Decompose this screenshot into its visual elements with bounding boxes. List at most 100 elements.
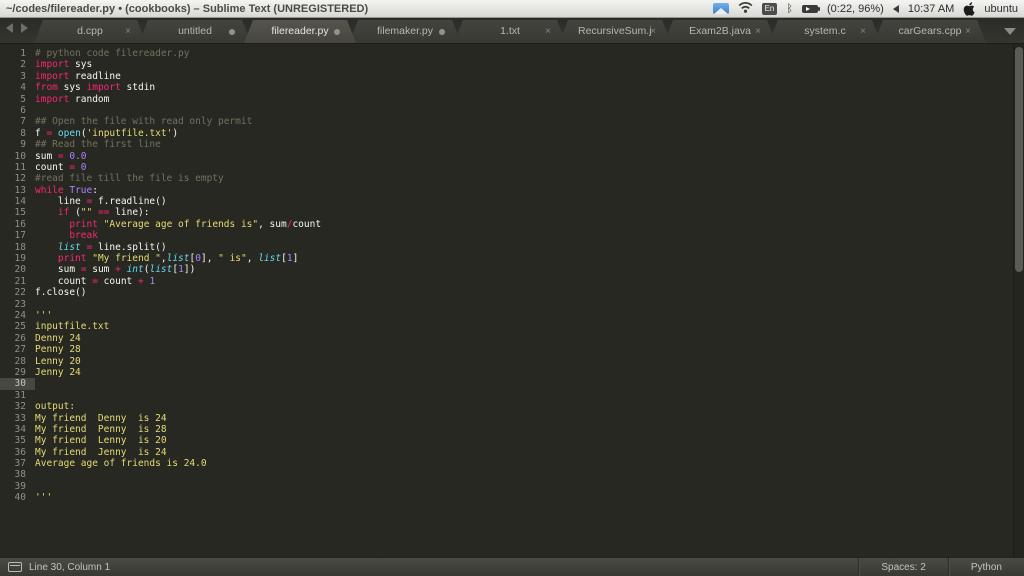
tab-RecursiveSum.java[interactable]: RecursiveSum.java× [559, 20, 671, 43]
photo-viewer-icon[interactable] [713, 3, 729, 14]
code-line-38[interactable]: 38 [0, 469, 1024, 480]
code-line-7[interactable]: 7## Open the file with read only permit [0, 116, 1024, 127]
code-line-27[interactable]: 27Penny 28 [0, 344, 1024, 355]
line-number[interactable]: 26 [0, 333, 35, 344]
tab-overflow-icon[interactable] [1004, 28, 1016, 35]
line-number[interactable]: 19 [0, 253, 35, 264]
code-line-4[interactable]: 4from sys import stdin [0, 82, 1024, 93]
line-number[interactable]: 14 [0, 196, 35, 207]
code-line-37[interactable]: 37Average age of friends is 24.0 [0, 458, 1024, 469]
line-number[interactable]: 5 [0, 94, 35, 105]
clock[interactable]: 10:37 AM [908, 3, 954, 15]
keyboard-layout-indicator[interactable]: En [762, 3, 778, 15]
code-line-13[interactable]: 13while True: [0, 185, 1024, 196]
code-line-5[interactable]: 5import random [0, 94, 1024, 105]
volume-icon[interactable] [893, 5, 899, 13]
line-number[interactable]: 30 [0, 378, 35, 389]
line-number[interactable]: 1 [0, 48, 35, 59]
code-line-23[interactable]: 23 [0, 299, 1024, 310]
code-line-6[interactable]: 6 [0, 105, 1024, 116]
close-icon[interactable]: × [965, 27, 971, 37]
indentation-setting[interactable]: Spaces: 2 [858, 558, 947, 576]
line-number[interactable]: 17 [0, 230, 35, 241]
battery-icon[interactable] [802, 5, 818, 13]
code-line-15[interactable]: 15 if ("" == line): [0, 207, 1024, 218]
line-number[interactable]: 39 [0, 481, 35, 492]
battery-status[interactable]: (0:22, 96%) [827, 3, 884, 15]
line-number[interactable]: 2 [0, 59, 35, 70]
code-line-20[interactable]: 20 sum = sum + int(list[1]) [0, 264, 1024, 275]
close-icon[interactable]: × [125, 27, 131, 37]
line-number[interactable]: 34 [0, 424, 35, 435]
line-number[interactable]: 7 [0, 116, 35, 127]
code-line-8[interactable]: 8f = open('inputfile.txt') [0, 128, 1024, 139]
code-line-2[interactable]: 2import sys [0, 59, 1024, 70]
code-line-28[interactable]: 28Lenny 20 [0, 356, 1024, 367]
code-line-31[interactable]: 31 [0, 390, 1024, 401]
code-line-19[interactable]: 19 print "My friend ",list[0], " is", li… [0, 253, 1024, 264]
line-number[interactable]: 25 [0, 321, 35, 332]
line-number[interactable]: 36 [0, 447, 35, 458]
code-line-12[interactable]: 12#read file till the file is empty [0, 173, 1024, 184]
line-number[interactable]: 22 [0, 287, 35, 298]
line-number[interactable]: 37 [0, 458, 35, 469]
line-number[interactable]: 29 [0, 367, 35, 378]
line-number[interactable]: 20 [0, 264, 35, 275]
code-line-36[interactable]: 36My friend Jenny is 24 [0, 447, 1024, 458]
line-number[interactable]: 12 [0, 173, 35, 184]
close-icon[interactable]: × [860, 27, 866, 37]
line-number[interactable]: 10 [0, 151, 35, 162]
close-icon[interactable]: × [545, 27, 551, 37]
close-icon[interactable]: × [650, 27, 656, 37]
code-line-26[interactable]: 26Denny 24 [0, 333, 1024, 344]
line-number[interactable]: 24 [0, 310, 35, 321]
modified-dot-icon[interactable] [229, 29, 235, 35]
tab-untitled[interactable]: untitled [139, 20, 251, 43]
line-number[interactable]: 32 [0, 401, 35, 412]
line-number[interactable]: 23 [0, 299, 35, 310]
scrollbar-thumb[interactable] [1015, 47, 1023, 272]
code-line-35[interactable]: 35My friend Lenny is 20 [0, 435, 1024, 446]
code-line-17[interactable]: 17 break [0, 230, 1024, 241]
tab-carGears.cpp[interactable]: carGears.cpp× [874, 20, 986, 43]
code-line-14[interactable]: 14 line = f.readline() [0, 196, 1024, 207]
modified-dot-icon[interactable] [334, 29, 340, 35]
tab-filereader.py[interactable]: filereader.py [244, 20, 356, 43]
line-number[interactable]: 16 [0, 219, 35, 230]
tab-filemaker.py[interactable]: filemaker.py [349, 20, 461, 43]
code-line-10[interactable]: 10sum = 0.0 [0, 151, 1024, 162]
line-number[interactable]: 13 [0, 185, 35, 196]
apple-logo-icon[interactable] [963, 2, 975, 16]
code-line-1[interactable]: 1# python code filereader.py [0, 48, 1024, 59]
code-line-29[interactable]: 29Jenny 24 [0, 367, 1024, 378]
line-number[interactable]: 18 [0, 242, 35, 253]
code-line-24[interactable]: 24''' [0, 310, 1024, 321]
code-line-34[interactable]: 34My friend Penny is 28 [0, 424, 1024, 435]
line-number[interactable]: 4 [0, 82, 35, 93]
line-number[interactable]: 40 [0, 492, 35, 503]
tab-Exam2B.java[interactable]: Exam2B.java× [664, 20, 776, 43]
editor-pane[interactable]: 1# python code filereader.py2import sys3… [0, 44, 1024, 557]
session-user-menu[interactable]: ubuntu [984, 3, 1018, 15]
wifi-icon[interactable] [738, 1, 753, 16]
line-number[interactable]: 11 [0, 162, 35, 173]
close-icon[interactable]: × [755, 27, 761, 37]
tab-system.c[interactable]: system.c× [769, 20, 881, 43]
line-number[interactable]: 15 [0, 207, 35, 218]
code-line-22[interactable]: 22f.close() [0, 287, 1024, 298]
tab-scroll-right-icon[interactable] [21, 23, 28, 33]
code-line-9[interactable]: 9## Read the first line [0, 139, 1024, 150]
code-line-18[interactable]: 18 list = line.split() [0, 242, 1024, 253]
code-line-11[interactable]: 11count = 0 [0, 162, 1024, 173]
line-number[interactable]: 28 [0, 356, 35, 367]
code-line-25[interactable]: 25inputfile.txt [0, 321, 1024, 332]
line-number[interactable]: 6 [0, 105, 35, 116]
code-line-16[interactable]: 16 print "Average age of friends is", su… [0, 219, 1024, 230]
code-line-30[interactable]: 30 [0, 378, 1024, 389]
code-line-3[interactable]: 3import readline [0, 71, 1024, 82]
code-line-21[interactable]: 21 count = count + 1 [0, 276, 1024, 287]
code-line-39[interactable]: 39 [0, 481, 1024, 492]
tab-d.cpp[interactable]: d.cpp× [34, 20, 146, 43]
line-number[interactable]: 35 [0, 435, 35, 446]
panel-toggle-icon[interactable] [8, 562, 22, 572]
